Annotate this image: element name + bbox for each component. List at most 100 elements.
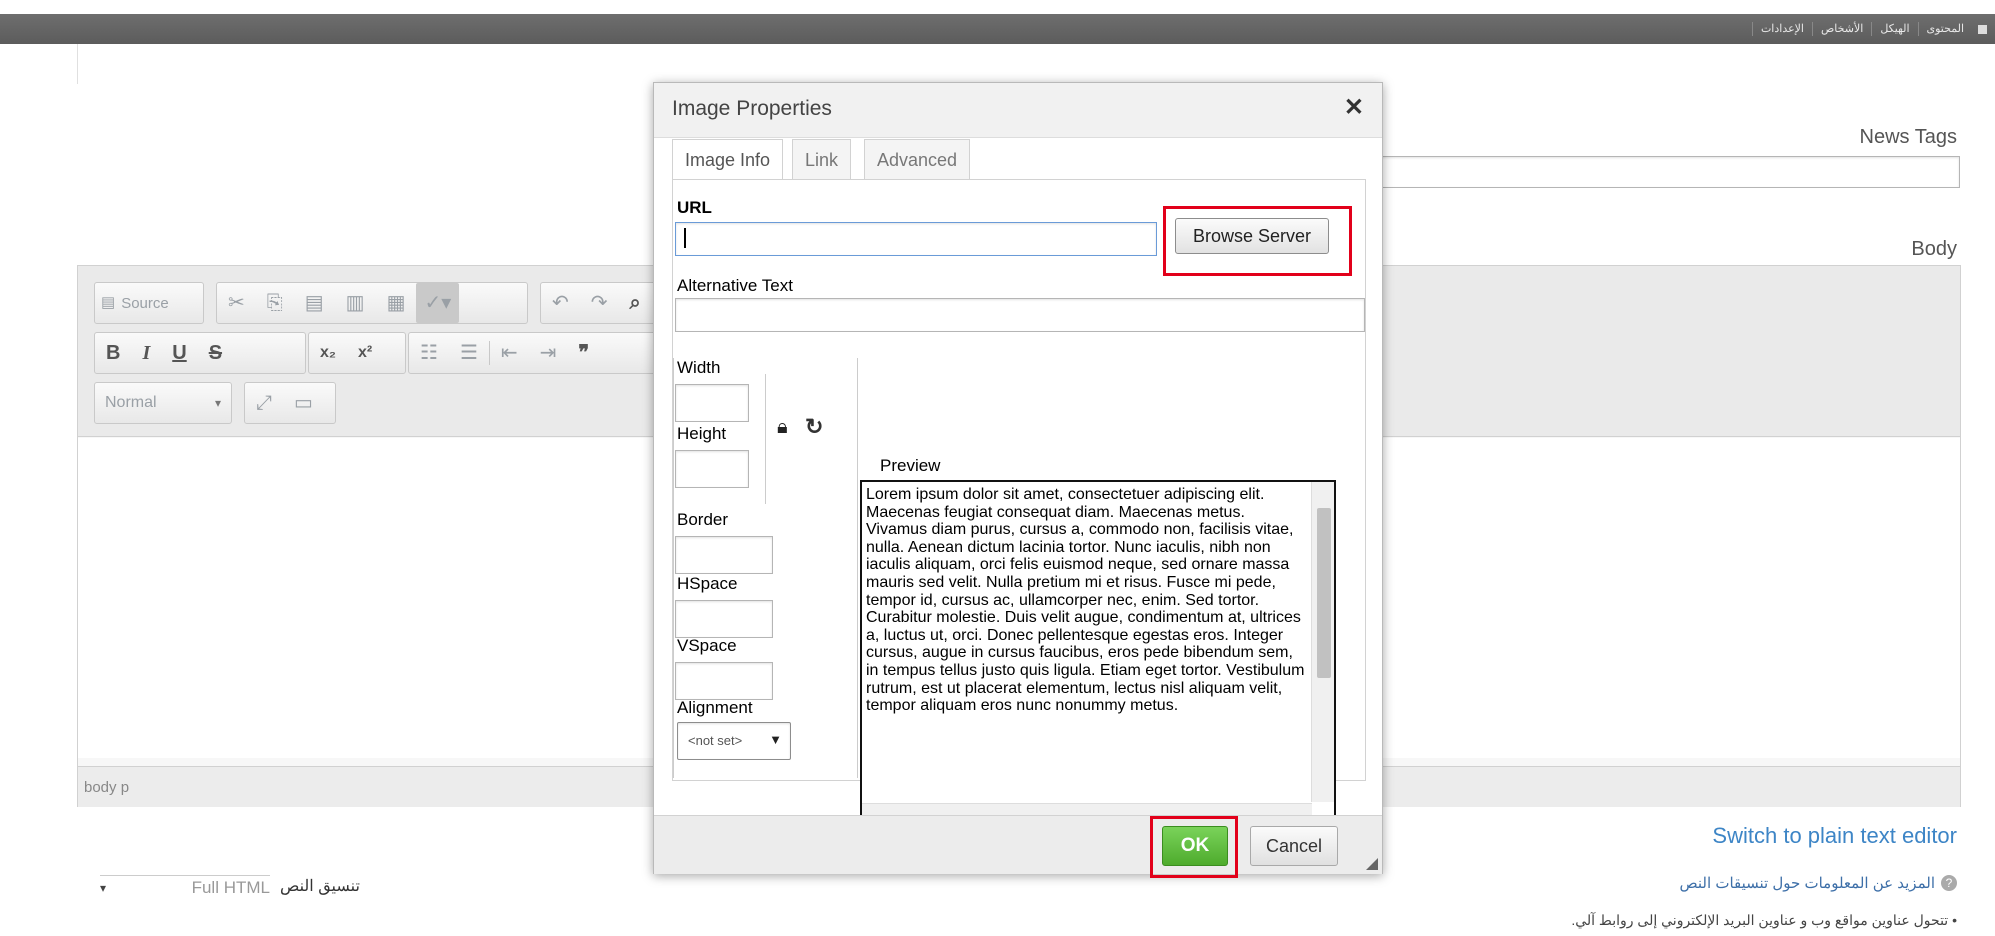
height-input[interactable]: [675, 450, 749, 488]
tab-label: Link: [805, 150, 839, 170]
tab-label: Advanced: [877, 150, 958, 170]
help-icon: ?: [1941, 875, 1957, 891]
highlight-box: [1163, 206, 1352, 276]
paste-icon[interactable]: ▤: [294, 283, 335, 323]
height-label: Height: [677, 424, 727, 443]
alignment-value: <not set>: [688, 733, 743, 748]
bullet: •: [1948, 912, 1957, 928]
cancel-button[interactable]: Cancel: [1250, 826, 1338, 866]
image-properties-dialog: Image Properties ✕ Image Info Link Advan…: [653, 82, 1383, 878]
nav-content[interactable]: المحتوى: [1917, 22, 1972, 36]
hspace-input[interactable]: [675, 600, 773, 638]
lock-bracket: [765, 374, 766, 504]
format-select[interactable]: Normal ▾: [94, 382, 232, 424]
menu-icon[interactable]: [1978, 24, 1987, 34]
url-label: URL: [677, 198, 712, 217]
highlight-box: [1150, 816, 1238, 878]
undo-icon[interactable]: ↶: [541, 283, 580, 323]
chevron-down-icon: ▾: [100, 881, 107, 895]
basic-style-group: B I U S: [94, 332, 306, 374]
alt-text-label: Alternative Text: [677, 276, 793, 295]
preview-box[interactable]: Lorem ipsum dolor sit amet, consectetuer…: [860, 480, 1336, 820]
nav-settings[interactable]: الإعدادات: [1751, 22, 1812, 36]
border-input[interactable]: [675, 536, 773, 574]
spellcheck-icon[interactable]: ✓▾: [416, 283, 460, 323]
tab-link[interactable]: Link: [792, 139, 852, 180]
nav-people[interactable]: الأشخاص: [1812, 22, 1871, 36]
clipboard-group: ✂ ⎘ ▤ ▥ ▦ ✓▾: [216, 282, 528, 324]
help-item: • تتحول عناوين مواقع وب و عناوين البريد …: [1571, 912, 1957, 929]
tab-image-info[interactable]: Image Info: [672, 139, 784, 181]
news-tags-label: News Tags: [1859, 126, 1957, 148]
vspace-label: VSpace: [677, 636, 737, 655]
dialog-footer: OK Cancel: [654, 815, 1382, 878]
maximize-icon[interactable]: ⤢: [245, 383, 283, 423]
url-input[interactable]: [675, 222, 1157, 256]
scroll-thumb[interactable]: [1317, 508, 1331, 678]
italic-icon[interactable]: I: [131, 333, 161, 373]
text-format-value: Full HTML: [191, 878, 270, 897]
close-icon[interactable]: ✕: [1344, 93, 1364, 122]
lock-icon[interactable]: 🔒︎: [777, 416, 788, 439]
redo-icon[interactable]: ↷: [580, 283, 619, 323]
text-format-select[interactable]: ▾ Full HTML: [100, 875, 270, 900]
width-label: Width: [677, 358, 721, 377]
text-format-label: تنسيق النص: [280, 878, 360, 895]
source-label: Source: [121, 294, 169, 312]
dialog-titlebar[interactable]: Image Properties ✕: [654, 83, 1382, 138]
alt-text-input[interactable]: [675, 298, 1365, 332]
element-path[interactable]: body p: [84, 779, 129, 796]
preview-vscrollbar[interactable]: [1311, 482, 1334, 802]
strike-icon[interactable]: S: [198, 333, 233, 373]
tab-label: Image Info: [685, 150, 771, 170]
admin-toolbar: المحتوى الهيكل الأشخاص الإعدادات: [0, 14, 1995, 44]
dialog-title: Image Properties: [672, 97, 832, 120]
paste-text-icon[interactable]: ▥: [335, 283, 376, 323]
preview-divider: [857, 358, 858, 778]
help-row: ? المزيد عن المعلومات حول تنسيقات النص: [1680, 874, 1957, 892]
resize-handle[interactable]: [1366, 858, 1378, 870]
news-tags-input[interactable]: [1380, 156, 1960, 188]
help-item-text: تتحول عناوين مواقع وب و عناوين البريد ال…: [1571, 912, 1949, 928]
switch-editor-link[interactable]: Switch to plain text editor: [1712, 823, 1957, 849]
body-label: Body: [1911, 238, 1957, 260]
outdent-icon[interactable]: ⇤: [490, 333, 529, 373]
show-blocks-icon[interactable]: ▭: [283, 383, 324, 423]
border-label: Border: [677, 510, 729, 529]
alignment-label: Alignment: [677, 698, 753, 717]
fieldset-line: [673, 358, 674, 778]
text-cursor: [684, 228, 686, 248]
frame-line: [77, 44, 78, 84]
tab-advanced[interactable]: Advanced: [864, 139, 971, 180]
numbered-list-icon[interactable]: ☷: [409, 333, 449, 373]
help-link[interactable]: المزيد عن المعلومات حول تنسيقات النص: [1680, 874, 1935, 892]
chevron-down-icon: ▾: [214, 396, 221, 410]
find-icon[interactable]: ⌕: [619, 283, 652, 323]
vspace-input[interactable]: [675, 662, 773, 700]
superscript-icon[interactable]: x²: [347, 333, 383, 373]
chevron-down-icon: ▼: [769, 732, 782, 747]
script-group: x₂ x²: [308, 332, 406, 374]
width-input[interactable]: [675, 384, 749, 422]
admin-nav: المحتوى الهيكل الأشخاص الإعدادات: [1751, 14, 1987, 44]
paste-word-icon[interactable]: ▦: [376, 283, 417, 323]
tools-group: ⤢ ▭: [244, 382, 336, 424]
nav-structure[interactable]: الهيكل: [1871, 22, 1917, 36]
alignment-select[interactable]: <not set> ▼: [677, 722, 791, 760]
blockquote-icon[interactable]: ❞: [567, 333, 600, 373]
bullet-list-icon[interactable]: ☰: [449, 333, 489, 373]
subscript-icon[interactable]: x₂: [309, 333, 347, 373]
bold-icon[interactable]: B: [95, 333, 131, 373]
source-icon: ▤: [101, 294, 116, 311]
reset-size-icon[interactable]: ↻: [805, 414, 823, 440]
preview-label: Preview: [880, 456, 941, 475]
hspace-label: HSpace: [677, 574, 738, 593]
image-info-panel: URL Browse Server Alternative Text Width…: [672, 179, 1366, 820]
format-value: Normal: [105, 394, 157, 411]
copy-icon[interactable]: ⎘: [256, 283, 294, 323]
underline-icon[interactable]: U: [161, 333, 197, 373]
preview-text: Lorem ipsum dolor sit amet, consectetuer…: [866, 486, 1305, 715]
cut-icon[interactable]: ✂: [217, 283, 256, 323]
indent-icon[interactable]: ⇥: [529, 333, 568, 373]
source-button[interactable]: ▤ Source: [94, 282, 204, 324]
